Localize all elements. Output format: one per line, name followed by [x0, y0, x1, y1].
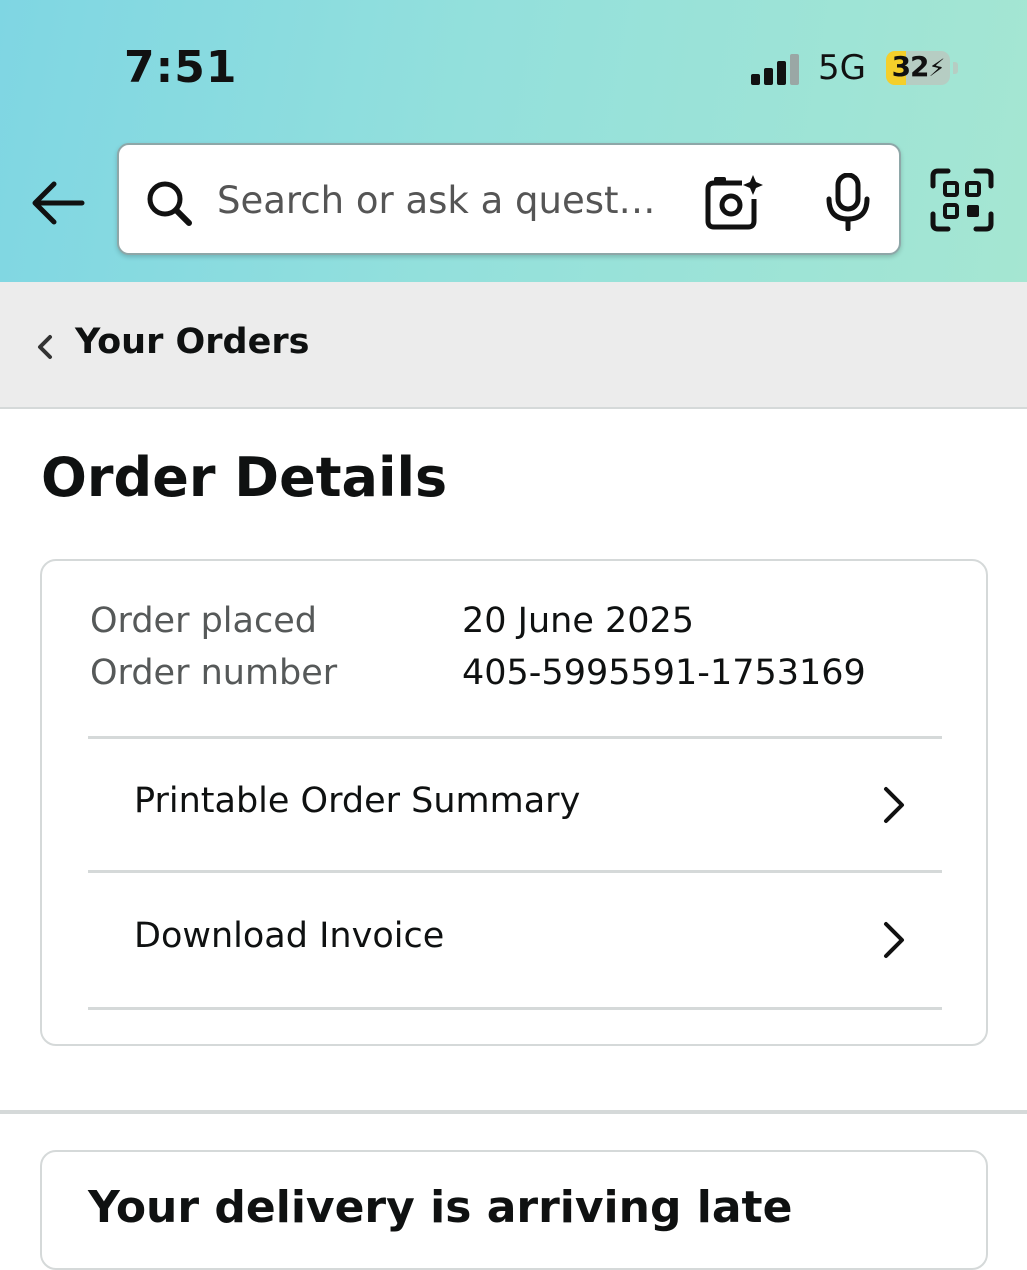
- search-bar[interactable]: [117, 143, 901, 255]
- order-number-value: 405-5995591-1753169: [462, 653, 866, 693]
- breadcrumb[interactable]: Your Orders: [0, 282, 1027, 409]
- order-placed-value: 20 June 2025: [462, 601, 695, 641]
- divider: [88, 1007, 942, 1010]
- breadcrumb-your-orders[interactable]: Your Orders: [75, 322, 309, 362]
- delivery-status-title: Your delivery is arriving late: [88, 1182, 793, 1233]
- network-type: 5G: [818, 48, 866, 88]
- printable-order-summary-label: Printable Order Summary: [134, 781, 581, 821]
- battery-nub: [953, 62, 958, 74]
- divider: [88, 870, 942, 873]
- page-title: Order Details: [41, 446, 448, 509]
- delivery-status-card: Your delivery is arriving late: [40, 1150, 988, 1270]
- download-invoice-link[interactable]: Download Invoice: [88, 874, 942, 1006]
- app-header: 7:51 5G 32⚡: [0, 0, 1027, 282]
- order-info-card: Order placed 20 June 2025 Order number 4…: [40, 559, 988, 1046]
- order-placed-label: Order placed: [90, 601, 317, 641]
- cellular-signal-icon: [751, 54, 799, 85]
- section-separator: [0, 1110, 1027, 1114]
- search-input[interactable]: [217, 175, 667, 225]
- status-time: 7:51: [124, 42, 238, 93]
- battery-icon: 32⚡: [886, 51, 950, 85]
- microphone-icon[interactable]: [824, 173, 872, 231]
- order-number-label: Order number: [90, 653, 338, 693]
- qr-scan-icon[interactable]: [930, 168, 994, 232]
- back-arrow-icon[interactable]: [30, 178, 86, 228]
- chevron-right-icon: [884, 922, 904, 958]
- chevron-right-icon: [884, 787, 904, 823]
- printable-order-summary-link[interactable]: Printable Order Summary: [88, 739, 942, 871]
- chevron-left-icon: [38, 335, 52, 359]
- battery-level: 32⚡: [891, 51, 946, 83]
- camera-sparkle-icon[interactable]: [704, 173, 764, 231]
- download-invoice-label: Download Invoice: [134, 916, 445, 956]
- search-icon: [147, 181, 192, 226]
